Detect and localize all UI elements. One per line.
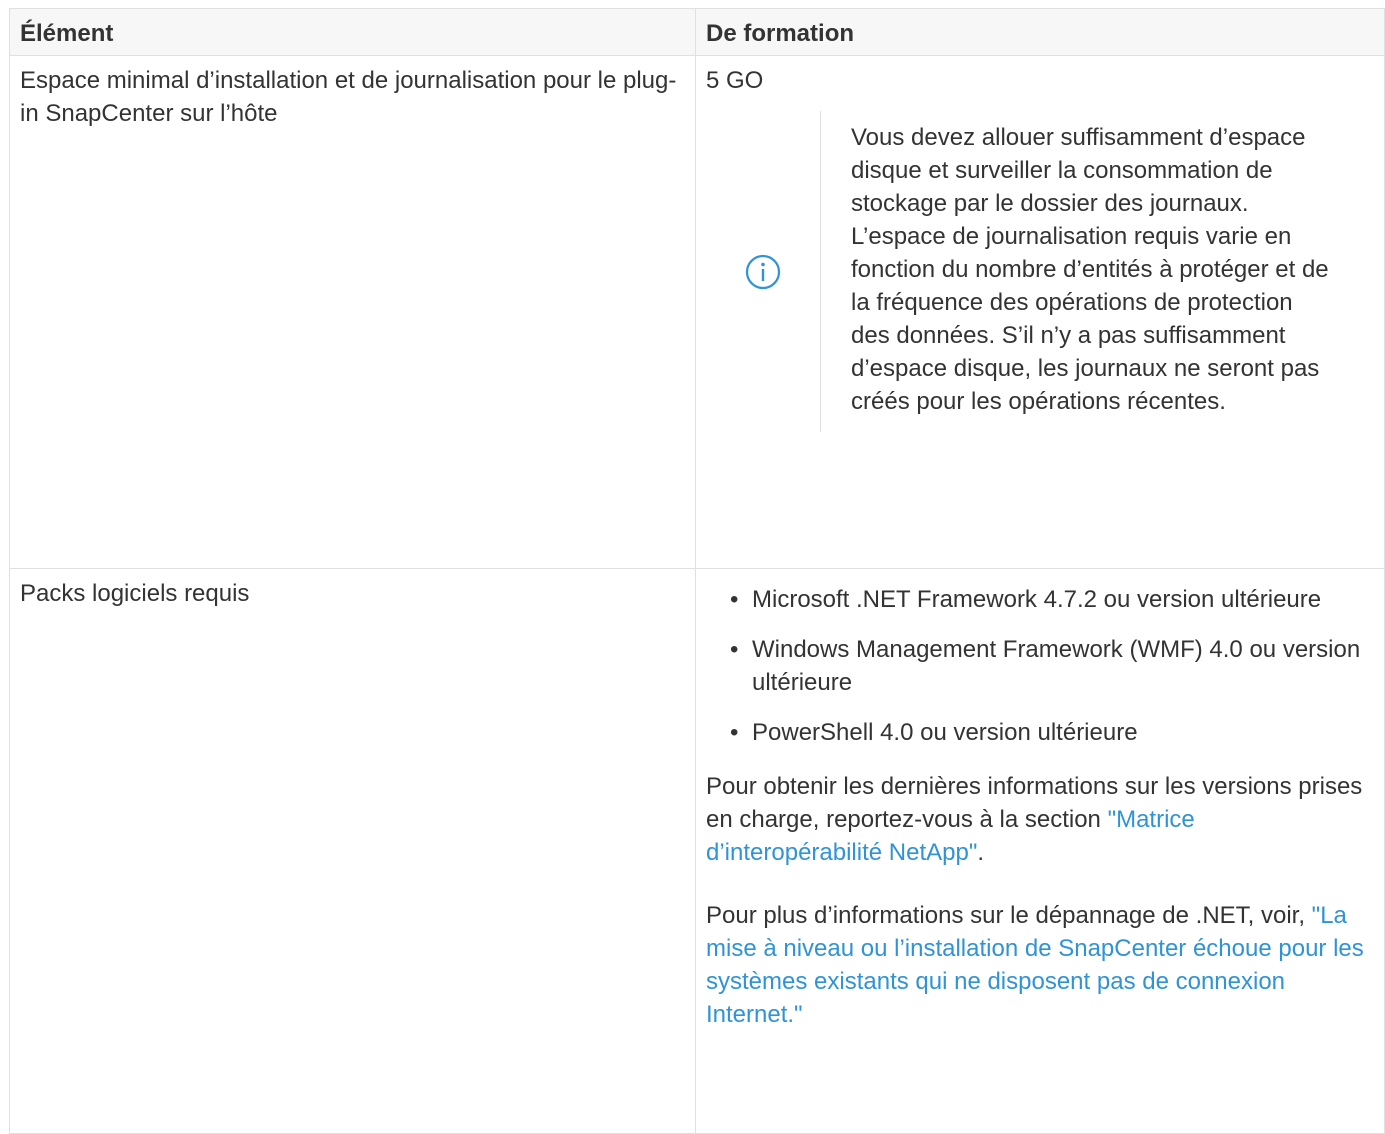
note-admonition: Vous devez allouer suffisamment d’espace… [706,111,1374,432]
element-cell: Packs logiciels requis [9,568,696,1134]
list-item: Windows Management Framework (WMF) 4.0 o… [730,633,1374,699]
requirement-cell: Microsoft .NET Framework 4.7.2 ou versio… [695,568,1385,1134]
list-item: PowerShell 4.0 ou version ultérieure [730,716,1374,749]
element-label: Espace minimal d’installation et de jour… [20,67,677,127]
interop-paragraph: Pour obtenir les dernières informations … [706,770,1374,869]
column-header-requirement: De formation [695,8,1385,56]
column-header-element: Élément [9,8,696,56]
table-row: Packs logiciels requis Microsoft .NET Fr… [9,568,1385,1134]
space-value: 5 GO [706,67,764,94]
note-icon-container [706,254,820,290]
note-text-block: Vous devez allouer suffisamment d’espace… [820,111,1331,432]
troubleshoot-text: Pour plus d’informations sur le dépannag… [706,902,1312,929]
requirement-cell: 5 GO Vous devez allouer suffisamment d’e… [695,55,1385,569]
list-item: Microsoft .NET Framework 4.7.2 ou versio… [730,583,1374,616]
interop-text: Pour obtenir les dernières informations … [706,773,1363,833]
requirements-table: Élément De formation Espace minimal d’in… [9,8,1385,1134]
note-text: Vous devez allouer suffisamment d’espace… [851,124,1329,415]
info-icon [745,254,781,289]
element-cell: Espace minimal d’installation et de jour… [9,55,696,569]
troubleshoot-paragraph: Pour plus d’informations sur le dépannag… [706,899,1374,1031]
table-header-row: Élément De formation [9,8,1385,56]
package-list: Microsoft .NET Framework 4.7.2 ou versio… [706,583,1374,749]
table-row: Espace minimal d’installation et de jour… [9,55,1385,569]
element-label: Packs logiciels requis [20,580,250,607]
interop-suffix: . [977,839,985,866]
